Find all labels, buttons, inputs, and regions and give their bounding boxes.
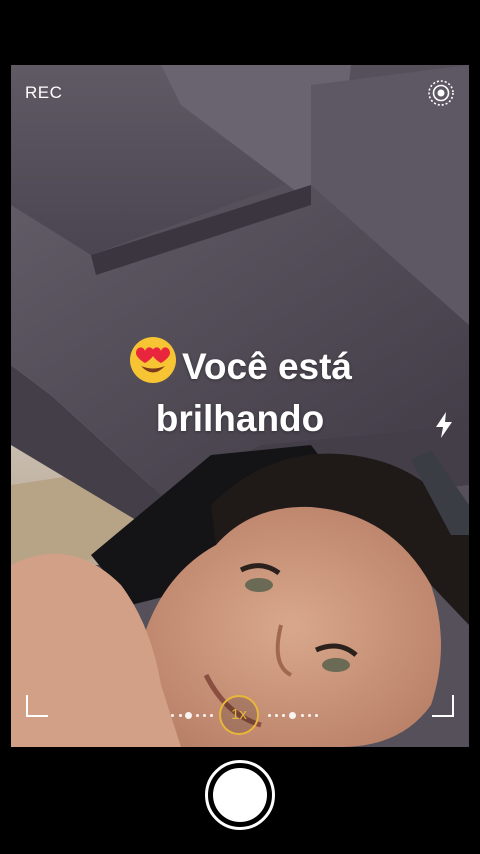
zoom-tick <box>210 714 213 717</box>
zoom-tick <box>203 714 206 717</box>
zoom-tick <box>275 714 278 717</box>
caption-text-1: Você está <box>181 346 353 387</box>
zoom-marker <box>289 712 296 719</box>
zoom-tick <box>196 714 199 717</box>
zoom-marker <box>185 712 192 719</box>
caption-line-1: Você está <box>11 335 469 393</box>
zoom-tick <box>301 714 304 717</box>
filter-caption: Você está brilhando <box>11 335 469 445</box>
zoom-slider[interactable]: 1x <box>11 695 469 735</box>
camera-viewfinder[interactable]: REC Você está brilhando 1x <box>11 65 469 747</box>
zoom-tick <box>268 714 271 717</box>
shutter-button[interactable] <box>205 760 275 830</box>
live-settings-icon[interactable] <box>427 79 455 107</box>
flash-icon[interactable] <box>431 410 457 440</box>
heart-eyes-emoji-icon <box>129 337 176 383</box>
zoom-level-button[interactable]: 1x <box>219 695 259 735</box>
caption-line-2: brilhando <box>155 398 325 439</box>
camera-screen: REC Você está brilhando 1x <box>0 0 480 854</box>
shutter-bar <box>0 747 480 854</box>
rec-indicator: REC <box>25 83 63 102</box>
zoom-tick <box>315 714 318 717</box>
zoom-tick <box>308 714 311 717</box>
zoom-tick <box>171 714 174 717</box>
zoom-tick <box>282 714 285 717</box>
shutter-inner <box>213 768 267 822</box>
zoom-tick <box>179 714 182 717</box>
